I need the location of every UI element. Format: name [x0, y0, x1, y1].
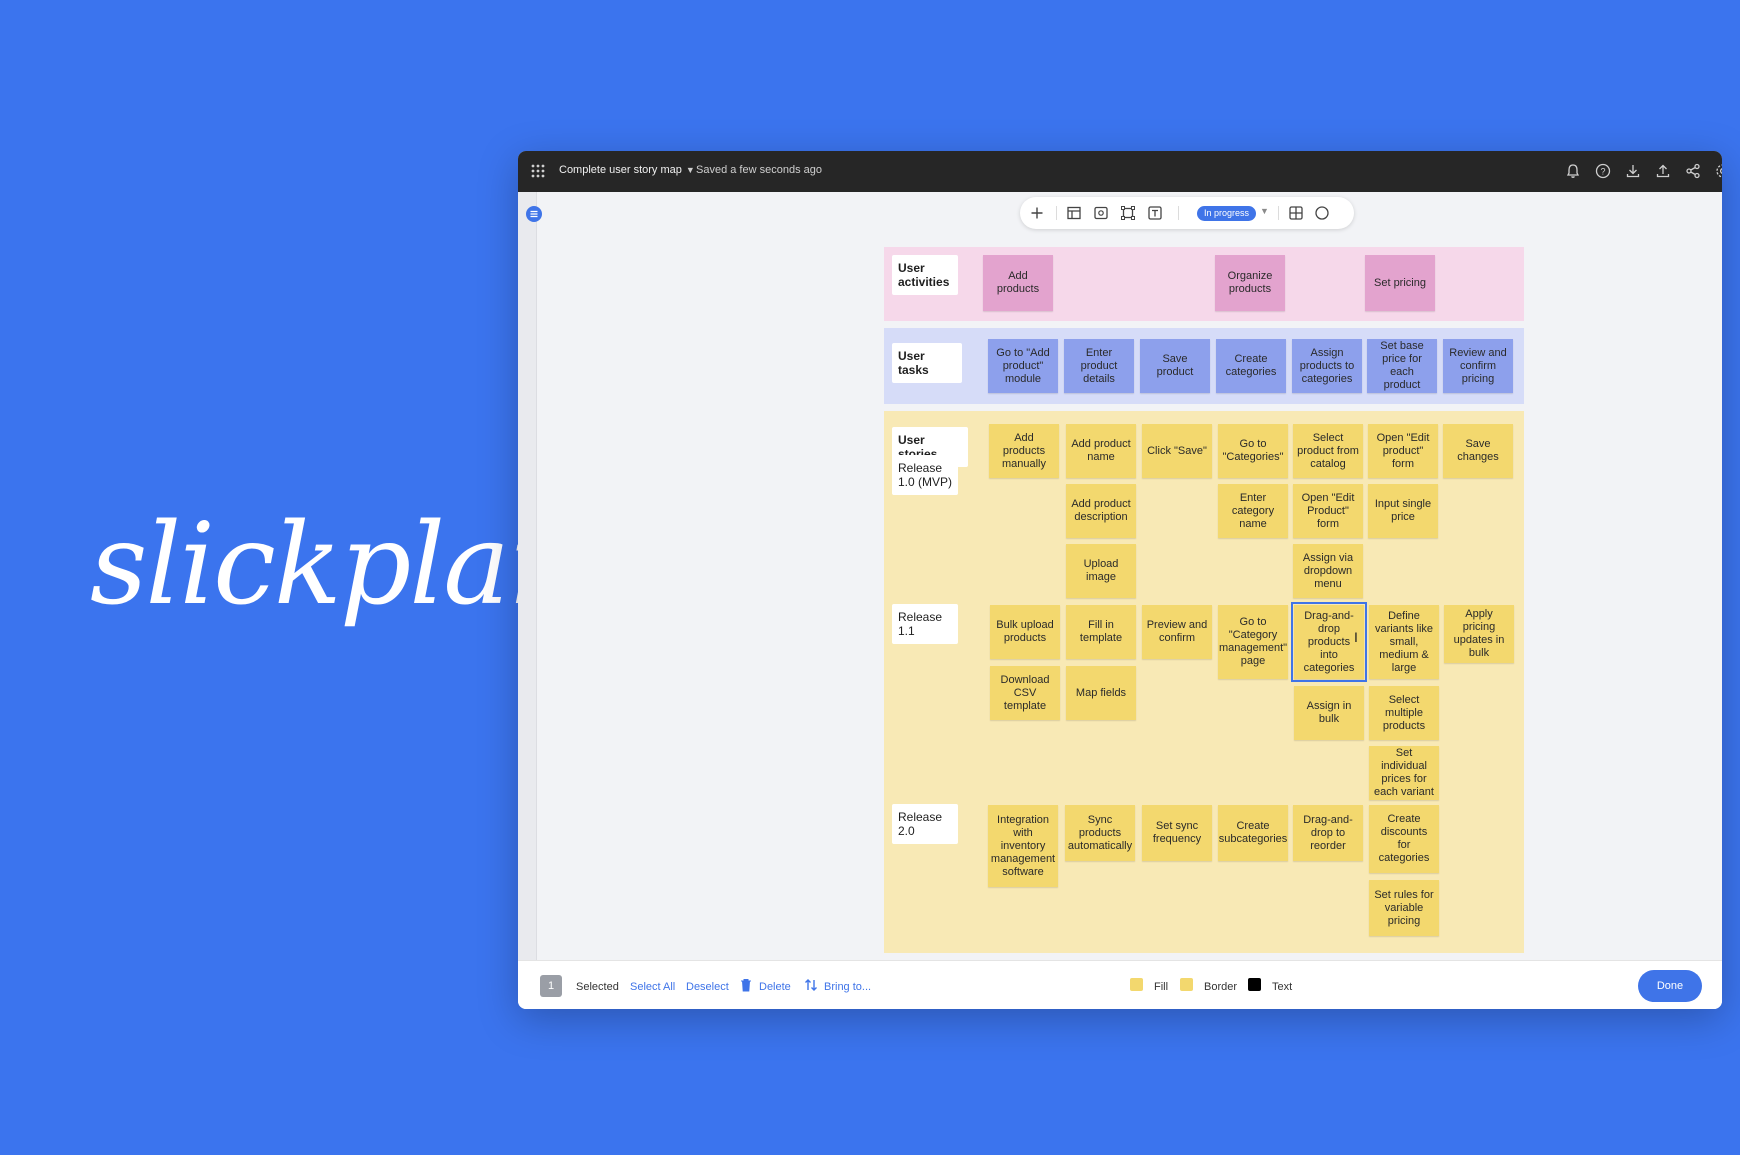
activity-card[interactable]: Add products	[983, 255, 1053, 311]
help-icon[interactable]: ?	[1594, 162, 1612, 180]
slickplan-logo: slickplan	[90, 500, 580, 630]
bring-to-button[interactable]: Bring to...	[824, 981, 871, 993]
download-icon[interactable]	[1624, 162, 1642, 180]
story-card[interactable]: Save changes	[1443, 424, 1513, 478]
left-rail	[518, 192, 537, 961]
story-card[interactable]: Create discounts for categories	[1369, 805, 1439, 873]
fill-label: Fill	[1154, 981, 1169, 993]
app-window: Complete user story map ▼ Saved a few sec…	[518, 151, 1722, 1009]
story-card[interactable]: Preview and confirm	[1142, 605, 1212, 659]
done-button[interactable]: Done	[1638, 970, 1702, 1002]
task-card[interactable]: Set base price for each product	[1367, 339, 1437, 393]
story-card[interactable]: Create subcategories	[1218, 805, 1288, 861]
selected-count-badge: 1	[540, 975, 562, 997]
story-card[interactable]: Bulk upload products	[990, 605, 1060, 659]
story-card[interactable]: Go to "Categories"	[1218, 424, 1288, 478]
task-card[interactable]: Create categories	[1216, 339, 1286, 393]
task-card[interactable]: Go to "Add product" module	[988, 339, 1058, 393]
text-label: Text	[1272, 981, 1293, 993]
story-card[interactable]: Map fields	[1066, 666, 1136, 720]
image-icon[interactable]	[1092, 204, 1110, 222]
user-activities-label: User activities	[892, 255, 958, 295]
top-bar: Complete user story map ▼ Saved a few sec…	[518, 151, 1722, 192]
user-tasks-label: User tasks	[892, 343, 962, 383]
text-icon[interactable]	[1146, 204, 1164, 222]
story-card[interactable]: Go to "Category management" page	[1218, 605, 1288, 679]
story-card[interactable]: Add product name	[1066, 424, 1136, 478]
story-card[interactable]: Set sync frequency	[1142, 805, 1212, 861]
text-cursor-icon: I	[1354, 629, 1358, 645]
comment-icon[interactable]	[1313, 204, 1331, 222]
release-1-1-label: Release 1.1	[892, 604, 958, 644]
activity-card[interactable]: Organize products	[1215, 255, 1285, 311]
selection-bar: 1 Selected Select All Deselect Delete Br…	[518, 960, 1722, 1009]
release-2-0-label: Release 2.0	[892, 804, 958, 844]
plus-icon[interactable]	[1028, 204, 1046, 222]
chevron-down-icon: ▼	[685, 165, 695, 175]
story-card[interactable]: Apply pricing updates in bulk	[1444, 605, 1514, 663]
story-card[interactable]: Enter category name	[1218, 484, 1288, 538]
deselect-button[interactable]: Deselect	[686, 981, 729, 993]
trash-icon[interactable]	[738, 977, 754, 993]
select-all-button[interactable]: Select All	[630, 981, 675, 993]
story-card[interactable]: Set individual prices for each variant	[1369, 746, 1439, 800]
svg-text:?: ?	[1600, 167, 1605, 177]
selected-label: Selected	[576, 981, 619, 993]
bell-icon[interactable]	[1564, 162, 1582, 180]
story-card[interactable]: Define variants like small, medium & lar…	[1369, 605, 1439, 679]
story-card[interactable]: Drag-and-drop to reorder	[1293, 805, 1363, 861]
share-icon[interactable]	[1684, 162, 1702, 180]
story-card[interactable]: Click "Save"	[1142, 424, 1212, 478]
story-card[interactable]: Assign in bulk	[1294, 686, 1364, 740]
story-card[interactable]: Add products manually	[989, 424, 1059, 478]
list-icon	[530, 210, 538, 218]
task-card[interactable]: Save product	[1140, 339, 1210, 393]
release-1-0-label: Release 1.0 (MVP)	[892, 455, 958, 495]
table-icon[interactable]	[1287, 204, 1305, 222]
story-card[interactable]: Select multiple products	[1369, 686, 1439, 740]
task-card[interactable]: Enter product details	[1064, 339, 1134, 393]
border-label: Border	[1204, 981, 1238, 993]
saved-status: Saved a few seconds ago	[696, 164, 822, 176]
delete-button[interactable]: Delete	[759, 981, 791, 993]
story-card[interactable]: Set rules for variable pricing	[1369, 880, 1439, 936]
story-card[interactable]: Select product from catalog	[1293, 424, 1363, 478]
chevron-down-icon[interactable]: ▼	[1260, 206, 1269, 216]
floating-toolbar: In progress ▼	[1020, 197, 1354, 229]
story-card[interactable]: Integration with inventory management so…	[988, 805, 1058, 887]
text-color-swatch[interactable]	[1248, 978, 1261, 991]
apps-grid-icon[interactable]	[530, 163, 546, 179]
border-color-swatch[interactable]	[1180, 978, 1193, 991]
upload-icon[interactable]	[1654, 162, 1672, 180]
project-title-dropdown[interactable]: Complete user story map ▼	[559, 164, 695, 176]
story-card[interactable]: Open "Edit Product" form	[1293, 484, 1363, 538]
task-card[interactable]: Assign products to categories	[1292, 339, 1362, 393]
activity-card[interactable]: Set pricing	[1365, 255, 1435, 311]
task-card[interactable]: Review and confirm pricing	[1443, 339, 1513, 393]
story-card[interactable]: Add product description	[1066, 484, 1136, 538]
story-card[interactable]: Input single price	[1368, 484, 1438, 538]
story-card[interactable]: Upload image	[1066, 544, 1136, 598]
outline-menu-button[interactable]	[526, 206, 542, 222]
settings-icon[interactable]	[1714, 162, 1722, 180]
story-card[interactable]: Sync products automatically	[1065, 805, 1135, 861]
story-card[interactable]: Fill in template	[1066, 605, 1136, 659]
status-dropdown[interactable]: In progress	[1197, 206, 1257, 221]
sort-arrows-icon[interactable]	[803, 977, 819, 993]
fill-color-swatch[interactable]	[1130, 978, 1143, 991]
story-card[interactable]: Open "Edit product" form	[1368, 424, 1438, 478]
project-title: Complete user story map	[559, 164, 682, 176]
layout-icon[interactable]	[1065, 204, 1083, 222]
frame-icon[interactable]	[1119, 204, 1137, 222]
story-card[interactable]: Assign via dropdown menu	[1293, 544, 1363, 598]
story-card[interactable]: Download CSV template	[990, 666, 1060, 720]
